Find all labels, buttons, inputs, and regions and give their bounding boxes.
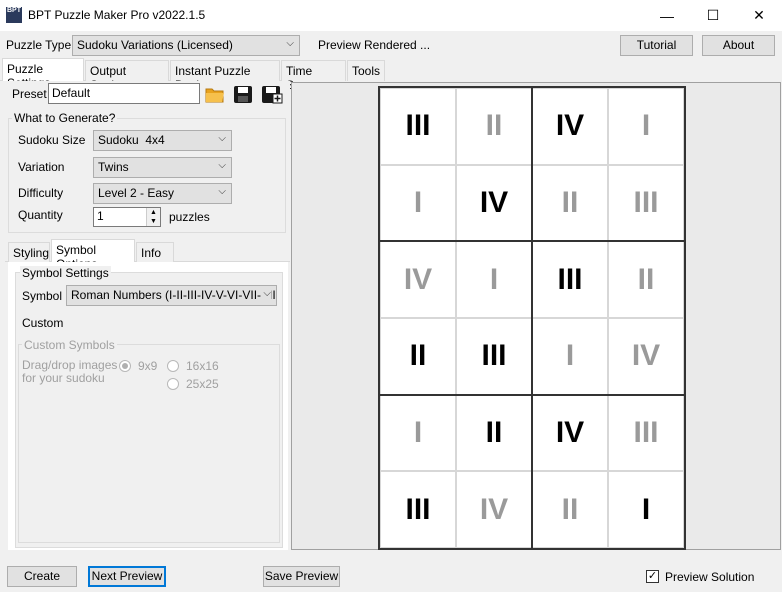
tab-symbol-options[interactable]: Symbol Options xyxy=(51,239,135,271)
sudoku-cell: III xyxy=(456,318,532,395)
stepper-down-icon[interactable]: ▼ xyxy=(146,217,160,226)
chevron-down-icon: ⌵ xyxy=(218,133,226,144)
chevron-down-icon: ⌵ xyxy=(261,288,271,299)
quantity-unit: puzzles xyxy=(169,210,210,224)
box-divider-vertical xyxy=(531,86,533,550)
radio-25x25-label: 25x25 xyxy=(186,377,219,391)
save-as-icon[interactable] xyxy=(260,84,284,105)
variation-select[interactable]: Twins ⌵ xyxy=(93,157,232,178)
sudoku-cell: I xyxy=(456,241,532,318)
symbol-label: Symbol xyxy=(22,289,63,303)
app-icon: BPT xyxy=(6,7,22,23)
difficulty-label: Difficulty xyxy=(18,186,64,200)
sudoku-size-value: Sudoku 4x4 xyxy=(98,133,165,147)
quantity-label: Quantity xyxy=(18,208,63,222)
window-title: BPT Puzzle Maker Pro v2022.1.5 xyxy=(28,8,206,22)
about-button[interactable]: About xyxy=(702,35,775,56)
sudoku-cell: I xyxy=(608,88,684,165)
sudoku-cell: III xyxy=(608,394,684,472)
sudoku-cell: I xyxy=(532,318,608,395)
radio-9x9[interactable] xyxy=(119,360,131,372)
radio-9x9-label: 9x9 xyxy=(138,359,158,373)
box-divider-horizontal xyxy=(378,394,686,396)
tab-styling[interactable]: Styling xyxy=(8,242,50,262)
chevron-down-icon: ⌵ xyxy=(218,186,226,197)
sudoku-size-label: Sudoku Size xyxy=(18,133,86,147)
sudoku-cell: III xyxy=(380,88,456,165)
tab-puzzle-settings[interactable]: Puzzle Settings xyxy=(2,58,84,90)
save-icon[interactable] xyxy=(232,84,254,105)
symbol-settings-title: Symbol Settings xyxy=(20,266,111,280)
chevron-down-icon: ⌵ xyxy=(286,38,294,49)
status-text: Preview Rendered ... xyxy=(318,38,431,52)
sudoku-cell: II xyxy=(532,164,608,242)
stepper-up-icon[interactable]: ▲ xyxy=(146,208,160,217)
symbol-select[interactable]: Roman Numbers (I-II-III-IV-V-VI-VII-VIII… xyxy=(66,285,277,306)
difficulty-select[interactable]: Level 2 - Easy ⌵ xyxy=(93,183,232,204)
preset-input[interactable]: Default xyxy=(48,83,200,104)
puzzle-type-label: Puzzle Type xyxy=(6,38,72,52)
save-preview-button[interactable]: Save Preview xyxy=(263,566,340,587)
drag-drop-text-2: for your sudoku xyxy=(22,371,105,385)
tutorial-button[interactable]: Tutorial xyxy=(620,35,693,56)
box-divider-horizontal xyxy=(378,240,686,242)
tab-output-settings[interactable]: Output Settings xyxy=(85,60,169,92)
puzzle-type-value: Sudoku Variations (Licensed) xyxy=(77,38,233,52)
symbol-value: Roman Numbers (I-II-III-IV-V-VI-VII-VIII… xyxy=(71,288,277,302)
radio-25x25[interactable] xyxy=(167,378,179,390)
quantity-value: 1 xyxy=(97,209,104,223)
sudoku-size-select[interactable]: Sudoku 4x4 ⌵ xyxy=(93,130,232,151)
preview-solution-checkbox[interactable]: ✓ xyxy=(646,570,659,583)
sudoku-cell: III xyxy=(532,241,608,318)
tab-time-saver[interactable]: Time Saver xyxy=(281,60,346,92)
radio-16x16-label: 16x16 xyxy=(186,359,219,373)
puzzle-type-select[interactable]: Sudoku Variations (Licensed) ⌵ xyxy=(72,35,300,56)
preview-solution-label: Preview Solution xyxy=(665,570,755,584)
sudoku-cell: IV xyxy=(380,241,456,318)
sudoku-cell: IV xyxy=(608,318,684,395)
chevron-down-icon: ⌵ xyxy=(218,160,226,171)
sudoku-cell: III xyxy=(608,164,684,242)
sudoku-cell: II xyxy=(380,318,456,395)
sudoku-cell: II xyxy=(532,471,608,548)
radio-16x16[interactable] xyxy=(167,360,179,372)
next-preview-button[interactable]: Next Preview xyxy=(88,566,166,587)
create-button[interactable]: Create xyxy=(7,566,77,587)
sudoku-cell: II xyxy=(456,88,532,165)
generate-group-title: What to Generate? xyxy=(12,111,118,125)
folder-open-icon[interactable] xyxy=(204,84,226,105)
sudoku-cell: IV xyxy=(456,164,532,242)
tab-tools[interactable]: Tools xyxy=(347,60,385,81)
sudoku-cell: IV xyxy=(532,394,608,472)
sudoku-cell: IV xyxy=(456,471,532,548)
variation-value: Twins xyxy=(98,160,129,174)
variation-label: Variation xyxy=(18,160,65,174)
drag-drop-text-1: Drag/drop images xyxy=(22,358,118,372)
title-bar: BPT BPT Puzzle Maker Pro v2022.1.5 — ☐ ✕ xyxy=(0,0,782,31)
custom-label: Custom xyxy=(22,316,64,330)
tab-instant-puzzle-books[interactable]: Instant Puzzle Books xyxy=(170,60,280,92)
sudoku-cell: II xyxy=(456,394,532,472)
sudoku-cell: I xyxy=(608,471,684,548)
custom-symbols-title: Custom Symbols xyxy=(22,338,117,352)
tab-info[interactable]: Info xyxy=(136,242,174,262)
sudoku-cell: II xyxy=(608,241,684,318)
sudoku-cell: I xyxy=(380,164,456,242)
difficulty-value: Level 2 - Easy xyxy=(98,186,175,200)
minimize-button[interactable]: — xyxy=(644,0,690,31)
sudoku-cell: IV xyxy=(532,88,608,165)
close-button[interactable]: ✕ xyxy=(736,0,782,31)
maximize-button[interactable]: ☐ xyxy=(690,0,736,31)
sudoku-cell: I xyxy=(380,394,456,472)
sudoku-cell: III xyxy=(380,471,456,548)
preset-label: Preset xyxy=(12,87,47,101)
